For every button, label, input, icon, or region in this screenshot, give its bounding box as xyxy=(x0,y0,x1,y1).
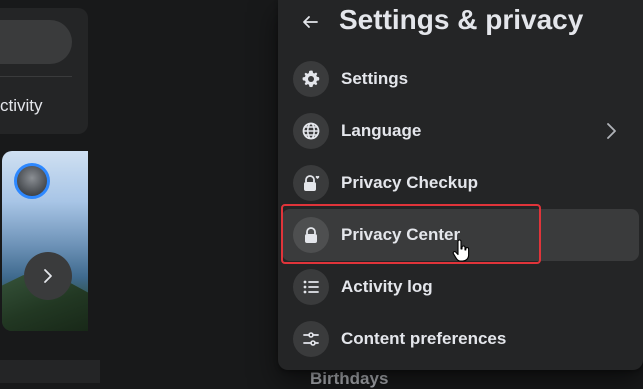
menu-item-label: Privacy Center xyxy=(341,225,461,244)
menu-item-label: Activity log xyxy=(341,277,433,296)
menu-item-privacy-checkup[interactable]: Privacy Checkup xyxy=(278,157,643,209)
menu-item-label: Content preferences xyxy=(341,329,507,348)
menu-item-language[interactable]: Language xyxy=(278,105,643,157)
story-card[interactable] xyxy=(2,151,88,331)
menu-item-activity-log[interactable]: Activity log xyxy=(278,261,643,313)
left-nav-divider xyxy=(0,76,72,77)
birthdays-heading: Birthdays xyxy=(310,369,389,388)
chevron-right-icon xyxy=(44,269,52,283)
icon-circle xyxy=(293,321,329,357)
list-icon xyxy=(303,280,319,294)
back-button[interactable] xyxy=(294,6,326,38)
menu-item-settings[interactable]: Settings xyxy=(278,53,643,105)
icon-circle xyxy=(293,61,329,97)
icon-circle xyxy=(293,217,329,253)
chevron-right-icon xyxy=(607,123,616,139)
story-avatar xyxy=(14,163,50,199)
menu-item-label: Settings xyxy=(341,69,409,88)
hand-pointer-cursor-icon xyxy=(452,239,470,262)
lock-heart-icon xyxy=(304,175,320,191)
menu-item-content-preferences[interactable]: Content preferences xyxy=(278,313,643,365)
settings-menu: Settings Language Privacy Checkup Privac… xyxy=(278,53,643,365)
icon-circle xyxy=(293,113,329,149)
panel-header: Settings & privacy xyxy=(278,0,643,46)
search-pill[interactable] xyxy=(0,20,72,64)
panel-title: Settings & privacy xyxy=(339,4,584,35)
settings-privacy-panel: Settings & privacy Settings Language Pri… xyxy=(278,0,643,370)
gear-icon xyxy=(302,70,320,88)
arrow-left-icon xyxy=(303,16,318,28)
left-nav-activity-text[interactable]: ctivity xyxy=(0,96,43,116)
story-next-button[interactable] xyxy=(24,252,72,300)
menu-item-label: Privacy Checkup xyxy=(341,173,479,192)
lock-icon xyxy=(305,227,317,243)
icon-circle xyxy=(293,165,329,201)
menu-item-label: Language xyxy=(341,121,422,140)
icon-circle xyxy=(293,269,329,305)
globe-icon xyxy=(302,122,320,140)
sliders-icon xyxy=(303,332,319,346)
left-bottom-strip xyxy=(0,360,100,383)
